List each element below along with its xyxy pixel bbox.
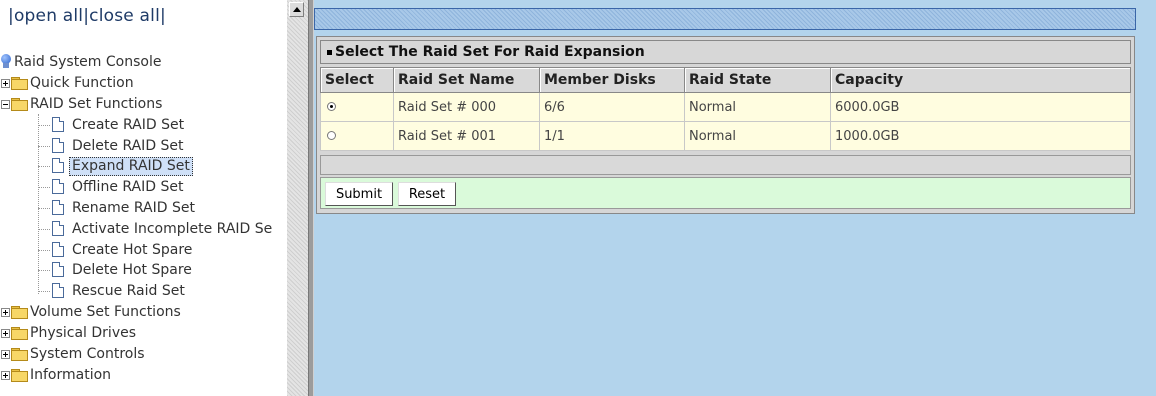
tree-connector-line (38, 114, 39, 294)
document-icon (52, 179, 64, 194)
left-frame-scrollbar[interactable] (287, 0, 308, 396)
raid-set-name-cell: Raid Set # 001 (393, 121, 540, 151)
document-icon (52, 158, 64, 173)
tree-item-label: Delete RAID Set (72, 138, 184, 154)
expand-plus-icon[interactable] (1, 79, 10, 88)
tree-toggle-links: |open all|close all| (8, 6, 166, 26)
console-icon (1, 54, 11, 68)
member-disks-cell: 1/1 (539, 121, 685, 151)
folder-icon (11, 77, 28, 90)
document-icon (52, 221, 64, 236)
document-icon (52, 117, 64, 132)
scroll-up-arrow-icon[interactable] (289, 2, 304, 17)
tree-item-label: Quick Function (30, 75, 134, 91)
bullet-icon (327, 49, 332, 55)
table-header-row: Select Raid Set Name Member Disks Raid S… (320, 67, 1131, 93)
tree-item-label-selected: Expand RAID Set (69, 157, 193, 176)
tree-item-label: Rename RAID Set (72, 200, 195, 216)
raid-set-table: Select Raid Set Name Member Disks Raid S… (320, 67, 1131, 151)
document-icon (52, 200, 64, 215)
reset-button[interactable]: Reset (398, 182, 456, 206)
column-header-capacity: Capacity (830, 67, 1131, 93)
expand-plus-icon[interactable] (1, 308, 10, 317)
folder-open-icon (11, 98, 28, 111)
open-all-link[interactable]: open all (14, 6, 83, 26)
table-footer-bar (320, 155, 1131, 175)
raid-state-cell: Normal (684, 92, 831, 122)
folder-icon (11, 348, 28, 361)
capacity-cell: 1000.0GB (830, 121, 1131, 151)
column-header-member-disks: Member Disks (539, 67, 685, 93)
panel-title-bar: Select The Raid Set For Raid Expansion (320, 40, 1131, 64)
header-bar (314, 8, 1136, 30)
tree-item-label: Physical Drives (30, 325, 137, 341)
expand-plus-icon[interactable] (1, 350, 10, 359)
document-icon (52, 138, 64, 153)
raid-expansion-panel: Select The Raid Set For Raid Expansion S… (316, 36, 1135, 214)
submit-button[interactable]: Submit (325, 182, 393, 206)
column-header-raid-state: Raid State (684, 67, 831, 93)
column-header-select: Select (320, 67, 394, 93)
document-icon (52, 262, 64, 277)
select-cell (320, 121, 394, 151)
raid-state-cell: Normal (684, 121, 831, 151)
tree-item-label: Information (30, 367, 112, 383)
tree-toolbar: |open all|close all| (0, 0, 287, 34)
tree-item-label: Activate Incomplete RAID Se (72, 221, 273, 237)
raid-set-name-cell: Raid Set # 000 (393, 92, 540, 122)
expand-plus-icon[interactable] (1, 371, 10, 380)
tree-item-label: System Controls (30, 346, 145, 362)
collapse-minus-icon[interactable] (1, 100, 10, 109)
folder-icon (11, 327, 28, 340)
tree-item-label: Create Hot Spare (72, 242, 193, 258)
tree-item-label: Create RAID Set (72, 117, 185, 133)
folder-icon (11, 306, 28, 319)
capacity-cell: 6000.0GB (830, 92, 1131, 122)
column-header-raid-set-name: Raid Set Name (393, 67, 540, 93)
table-row: Raid Set # 000 6/6 Normal 6000.0GB (320, 92, 1131, 122)
content-frame: Select The Raid Set For Raid Expansion S… (314, 0, 1156, 396)
document-icon (52, 242, 64, 257)
tree-root-label: Raid System Console (14, 54, 162, 70)
folder-icon (11, 369, 28, 382)
action-button-row: Submit Reset (320, 177, 1131, 209)
tree-item-label: Rescue Raid Set (72, 283, 185, 299)
raid-set-000-radio[interactable] (327, 101, 336, 111)
panel-title: Select The Raid Set For Raid Expansion (335, 44, 645, 60)
expand-plus-icon[interactable] (1, 329, 10, 338)
table-row: Raid Set # 001 1/1 Normal 1000.0GB (320, 121, 1131, 151)
document-icon (52, 283, 64, 298)
close-all-link[interactable]: close all (89, 6, 160, 26)
tree-item-label: Offline RAID Set (72, 179, 184, 195)
member-disks-cell: 6/6 (539, 92, 685, 122)
navigation-frame: |open all|close all| Raid System Console… (0, 0, 308, 396)
raid-set-001-radio[interactable] (327, 130, 336, 140)
tree-item-label: RAID Set Functions (30, 96, 163, 112)
tree-item-label: Delete Hot Spare (72, 262, 192, 278)
tree-item-label: Volume Set Functions (30, 304, 181, 320)
select-cell (320, 92, 394, 122)
